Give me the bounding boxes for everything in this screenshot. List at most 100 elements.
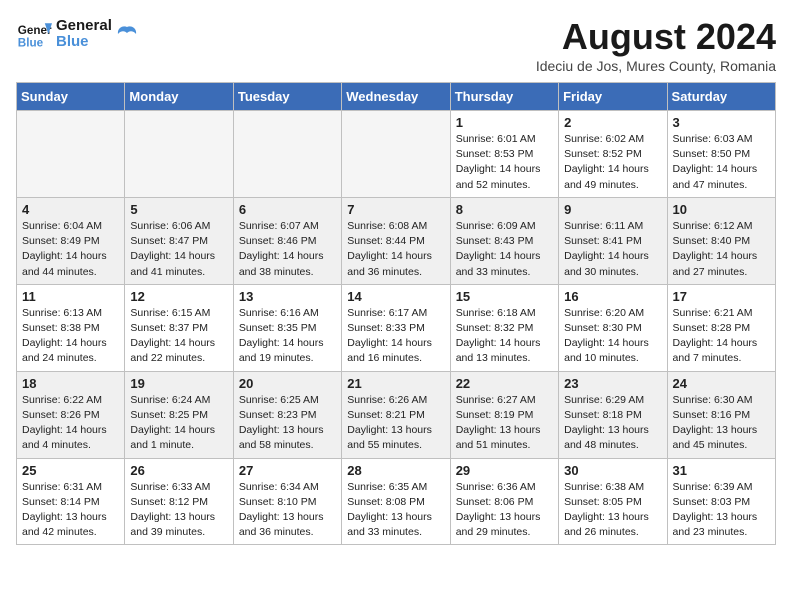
day-number: 8 [456, 202, 553, 217]
day-number: 25 [22, 463, 119, 478]
calendar-week-4: 18 Sunrise: 6:22 AMSunset: 8:26 PMDayligh… [17, 371, 776, 458]
day-info: Sunrise: 6:12 AMSunset: 8:40 PMDaylight:… [673, 219, 770, 280]
day-number: 29 [456, 463, 553, 478]
calendar-day [342, 111, 450, 198]
calendar-day: 10Sunrise: 6:12 AMSunset: 8:40 PMDayligh… [667, 197, 775, 284]
day-number: 18 [22, 376, 119, 391]
day-number: 26 [130, 463, 227, 478]
day-number: 30 [564, 463, 661, 478]
day-info: Sunrise: 6:11 AMSunset: 8:41 PMDaylight:… [564, 219, 661, 280]
col-header-wednesday: Wednesday [342, 83, 450, 111]
calendar-day: 5 Sunrise: 6:06 AMSunset: 8:47 PMDaylight… [125, 197, 233, 284]
day-info: Sunrise: 6:36 AMSunset: 8:06 PMDaylight:… [456, 480, 553, 541]
calendar-day: 4Sunrise: 6:04 AMSunset: 8:49 PMDaylight… [17, 197, 125, 284]
day-number: 17 [673, 289, 770, 304]
calendar-day: 24 Sunrise: 6:30 AMSunset: 8:16 PMDayligh… [667, 371, 775, 458]
day-info: Sunrise: 6:27 AMSunset: 8:19 PMDaylight:… [456, 393, 553, 454]
day-info: Sunrise: 6:06 AMSunset: 8:47 PMDaylight:… [130, 219, 227, 280]
day-info: Sunrise: 6:34 AMSunset: 8:10 PMDaylight:… [239, 480, 336, 541]
calendar-day: 2Sunrise: 6:02 AMSunset: 8:52 PMDaylight… [559, 111, 667, 198]
day-info: Sunrise: 6:22 AMSunset: 8:26 PMDaylight:… [22, 393, 119, 454]
day-number: 27 [239, 463, 336, 478]
day-number: 24 [673, 376, 770, 391]
calendar-day: 12 Sunrise: 6:15 AMSunset: 8:37 PMDayligh… [125, 284, 233, 371]
day-number: 5 [130, 202, 227, 217]
day-number: 1 [456, 115, 553, 130]
svg-text:Blue: Blue [18, 37, 44, 50]
day-info: Sunrise: 6:07 AMSunset: 8:46 PMDaylight:… [239, 219, 336, 280]
calendar-day: 22 Sunrise: 6:27 AMSunset: 8:19 PMDayligh… [450, 371, 558, 458]
calendar-header-row: SundayMondayTuesdayWednesdayThursdayFrid… [17, 83, 776, 111]
day-number: 31 [673, 463, 770, 478]
day-number: 2 [564, 115, 661, 130]
day-number: 9 [564, 202, 661, 217]
day-info: Sunrise: 6:18 AMSunset: 8:32 PMDaylight:… [456, 306, 553, 367]
day-info: Sunrise: 6:17 AMSunset: 8:33 PMDaylight:… [347, 306, 444, 367]
day-info: Sunrise: 6:15 AMSunset: 8:37 PMDaylight:… [130, 306, 227, 367]
title-block: August 2024 Ideciu de Jos, Mures County,… [536, 16, 776, 74]
day-info: Sunrise: 6:08 AMSunset: 8:44 PMDaylight:… [347, 219, 444, 280]
calendar-day: 28 Sunrise: 6:35 AMSunset: 8:08 PMDayligh… [342, 458, 450, 545]
day-info: Sunrise: 6:39 AMSunset: 8:03 PMDaylight:… [673, 480, 770, 541]
calendar-day: 20Sunrise: 6:25 AMSunset: 8:23 PMDayligh… [233, 371, 341, 458]
calendar-day: 6Sunrise: 6:07 AMSunset: 8:46 PMDaylight… [233, 197, 341, 284]
logo-general: General [56, 18, 112, 35]
calendar-day: 19 Sunrise: 6:24 AMSunset: 8:25 PMDayligh… [125, 371, 233, 458]
day-number: 23 [564, 376, 661, 391]
day-number: 12 [130, 289, 227, 304]
day-info: Sunrise: 6:33 AMSunset: 8:12 PMDaylight:… [130, 480, 227, 541]
col-header-saturday: Saturday [667, 83, 775, 111]
day-info: Sunrise: 6:01 AMSunset: 8:53 PMDaylight:… [456, 132, 553, 193]
calendar-day: 30 Sunrise: 6:38 AMSunset: 8:05 PMDayligh… [559, 458, 667, 545]
day-info: Sunrise: 6:09 AMSunset: 8:43 PMDaylight:… [456, 219, 553, 280]
calendar-day: 13Sunrise: 6:16 AMSunset: 8:35 PMDayligh… [233, 284, 341, 371]
calendar-day: 14 Sunrise: 6:17 AMSunset: 8:33 PMDayligh… [342, 284, 450, 371]
calendar-day: 17 Sunrise: 6:21 AMSunset: 8:28 PMDayligh… [667, 284, 775, 371]
day-number: 13 [239, 289, 336, 304]
day-number: 14 [347, 289, 444, 304]
day-info: Sunrise: 6:30 AMSunset: 8:16 PMDaylight:… [673, 393, 770, 454]
calendar-day [125, 111, 233, 198]
day-info: Sunrise: 6:21 AMSunset: 8:28 PMDaylight:… [673, 306, 770, 367]
calendar-day: 1 Sunrise: 6:01 AMSunset: 8:53 PMDaylight… [450, 111, 558, 198]
logo-blue: Blue [56, 34, 112, 51]
day-info: Sunrise: 6:24 AMSunset: 8:25 PMDaylight:… [130, 393, 227, 454]
logo-bird-icon [116, 23, 138, 45]
day-info: Sunrise: 6:29 AMSunset: 8:18 PMDaylight:… [564, 393, 661, 454]
day-number: 21 [347, 376, 444, 391]
logo: General Blue General Blue [16, 16, 138, 52]
col-header-friday: Friday [559, 83, 667, 111]
calendar-day: 25 Sunrise: 6:31 AMSunset: 8:14 PMDayligh… [17, 458, 125, 545]
calendar-day: 9 Sunrise: 6:11 AMSunset: 8:41 PMDaylight… [559, 197, 667, 284]
day-number: 4 [22, 202, 119, 217]
day-number: 11 [22, 289, 119, 304]
day-info: Sunrise: 6:35 AMSunset: 8:08 PMDaylight:… [347, 480, 444, 541]
day-number: 28 [347, 463, 444, 478]
day-number: 16 [564, 289, 661, 304]
col-header-thursday: Thursday [450, 83, 558, 111]
day-info: Sunrise: 6:31 AMSunset: 8:14 PMDaylight:… [22, 480, 119, 541]
day-number: 19 [130, 376, 227, 391]
calendar-day: 11Sunrise: 6:13 AMSunset: 8:38 PMDayligh… [17, 284, 125, 371]
calendar-day: 29 Sunrise: 6:36 AMSunset: 8:06 PMDayligh… [450, 458, 558, 545]
calendar-day: 15 Sunrise: 6:18 AMSunset: 8:32 PMDayligh… [450, 284, 558, 371]
month-title: August 2024 [536, 16, 776, 58]
day-number: 3 [673, 115, 770, 130]
calendar-week-3: 11Sunrise: 6:13 AMSunset: 8:38 PMDayligh… [17, 284, 776, 371]
calendar-day: 3 Sunrise: 6:03 AMSunset: 8:50 PMDaylight… [667, 111, 775, 198]
logo-icon: General Blue [16, 16, 52, 52]
col-header-tuesday: Tuesday [233, 83, 341, 111]
calendar-day: 26 Sunrise: 6:33 AMSunset: 8:12 PMDayligh… [125, 458, 233, 545]
calendar-day: 16 Sunrise: 6:20 AMSunset: 8:30 PMDayligh… [559, 284, 667, 371]
location-subtitle: Ideciu de Jos, Mures County, Romania [536, 58, 776, 74]
day-info: Sunrise: 6:20 AMSunset: 8:30 PMDaylight:… [564, 306, 661, 367]
calendar-day: 7 Sunrise: 6:08 AMSunset: 8:44 PMDaylight… [342, 197, 450, 284]
day-info: Sunrise: 6:03 AMSunset: 8:50 PMDaylight:… [673, 132, 770, 193]
calendar-week-5: 25 Sunrise: 6:31 AMSunset: 8:14 PMDayligh… [17, 458, 776, 545]
day-info: Sunrise: 6:38 AMSunset: 8:05 PMDaylight:… [564, 480, 661, 541]
day-number: 7 [347, 202, 444, 217]
calendar-week-1: 1 Sunrise: 6:01 AMSunset: 8:53 PMDaylight… [17, 111, 776, 198]
day-number: 15 [456, 289, 553, 304]
day-number: 22 [456, 376, 553, 391]
day-number: 20 [239, 376, 336, 391]
